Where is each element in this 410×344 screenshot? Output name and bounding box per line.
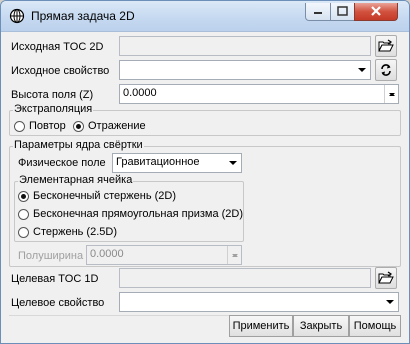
target-toc-field[interactable] — [119, 268, 371, 288]
dialog-content: Исходная TOC 2D Исходное свойство Высота — [9, 32, 401, 337]
element-group: Элементарная ячейка Бесконечный стержень… — [14, 174, 244, 242]
half-width-value: 0.0000 — [90, 248, 124, 260]
chevron-down-icon — [354, 61, 370, 79]
half-width-spinner[interactable] — [227, 246, 241, 264]
half-width-label: Полуширина — [18, 250, 84, 262]
radio-button-checked-icon — [73, 120, 84, 132]
radio-button-checked-icon — [18, 190, 29, 202]
radio-button-icon — [18, 226, 29, 238]
radio-button-icon — [14, 120, 25, 132]
source-property-label: Исходное свойство — [11, 65, 110, 77]
element-infinite-rod-radio[interactable]: Бесконечный стержень (2D) — [18, 190, 176, 202]
help-button[interactable]: Помощь — [349, 315, 401, 337]
target-toc-label: Целевая TOC 1D — [11, 273, 99, 285]
target-property-combo[interactable] — [119, 292, 399, 312]
title-bar[interactable]: Прямая задача 2D — [1, 1, 409, 32]
physical-field-value: Гравитационное — [116, 156, 200, 168]
extrapolation-title: Экстраполяция — [13, 103, 94, 115]
refresh-icon — [381, 64, 391, 76]
element-rod-25d-radio[interactable]: Стержень (2.5D) — [18, 226, 117, 238]
close-icon — [371, 6, 381, 16]
chevron-down-icon — [225, 154, 241, 172]
spin-down-icon — [385, 92, 398, 103]
radio-button-icon — [18, 208, 29, 220]
source-toc-label: Исходная TOC 2D — [11, 41, 104, 53]
source-toc-browse-button[interactable] — [375, 35, 397, 57]
apply-button[interactable]: Применить — [229, 315, 293, 337]
half-width-input[interactable]: 0.0000 — [86, 245, 242, 265]
minimize-button[interactable] — [305, 3, 331, 21]
globe-icon — [9, 8, 25, 24]
element-prism-radio[interactable]: Бесконечная прямоугольная призма (2D) — [18, 208, 243, 220]
element-rod-25d-label: Стержень (2.5D) — [33, 226, 117, 238]
field-height-input[interactable]: 0.0000 — [119, 84, 399, 104]
dialog-window: Прямая задача 2D Исходная TOC 2D Исходно… — [0, 0, 410, 344]
source-property-refresh-button[interactable] — [375, 59, 397, 81]
element-title: Элементарная ячейка — [18, 174, 134, 186]
open-folder-icon — [378, 39, 394, 52]
element-infinite-rod-label: Бесконечный стержень (2D) — [33, 190, 177, 202]
extrapolation-repeat-label: Повтор — [29, 120, 66, 132]
chevron-down-icon — [382, 293, 398, 311]
physical-field-combo[interactable]: Гравитационное — [112, 153, 242, 173]
field-height-label: Высота поля (Z) — [11, 89, 94, 101]
target-property-label: Целевое свойство — [11, 297, 105, 309]
open-folder-icon — [378, 271, 394, 284]
close-window-button[interactable] — [354, 3, 398, 21]
physical-field-label: Физическое поле — [18, 157, 106, 169]
kernel-title: Параметры ядра свёртки — [13, 139, 144, 151]
minimize-icon — [314, 12, 322, 14]
maximize-icon — [337, 6, 348, 16]
extrapolation-group: Экстраполяция Повтор Отражение — [9, 103, 401, 136]
kernel-group: Параметры ядра свёртки Физическое поле Г… — [9, 139, 401, 267]
source-toc-field[interactable] — [119, 36, 371, 56]
field-height-spinner[interactable] — [384, 85, 398, 103]
close-button[interactable]: Закрыть — [293, 315, 349, 337]
extrapolation-repeat-radio[interactable]: Повтор — [14, 120, 66, 132]
field-height-value: 0.0000 — [123, 87, 157, 99]
source-property-combo[interactable] — [119, 60, 371, 80]
extrapolation-reflect-label: Отражение — [88, 120, 146, 132]
extrapolation-reflect-radio[interactable]: Отражение — [73, 120, 146, 132]
element-prism-label: Бесконечная прямоугольная призма (2D) — [33, 208, 244, 220]
window-title: Прямая задача 2D — [31, 9, 135, 23]
maximize-button[interactable] — [330, 3, 355, 21]
target-toc-browse-button[interactable] — [375, 267, 397, 289]
spin-down-icon — [228, 253, 241, 264]
